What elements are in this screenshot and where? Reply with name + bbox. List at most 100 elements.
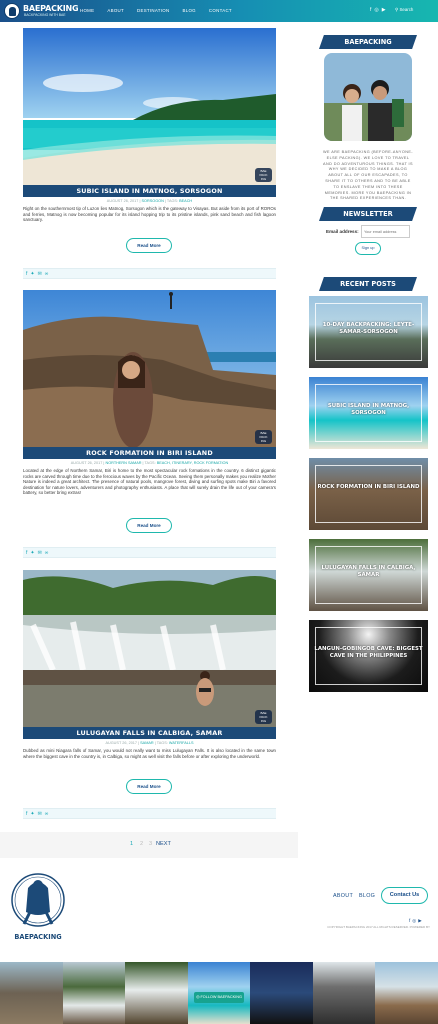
footer-nav-blog[interactable]: BLOG	[359, 893, 375, 899]
post-tags-label: TAGS:	[166, 199, 179, 203]
email-icon[interactable]: ✉	[38, 811, 42, 817]
post-title-banner: LULUGAYAN FALLS IN CALBIGA, SAMAR	[23, 727, 276, 739]
newsletter-heading: NEWSLETTER	[319, 207, 417, 221]
facebook-icon[interactable]: f	[370, 7, 371, 13]
signup-button[interactable]: Sign up	[355, 242, 381, 255]
email-label: Email address:	[326, 229, 359, 234]
twitter-icon[interactable]: ✦	[30, 550, 34, 556]
watermark-badge: BAE PACK ING	[255, 168, 272, 182]
follow-button[interactable]: ◎ FOLLOW BAEPACKING	[194, 992, 244, 1003]
read-more-button[interactable]: Read More	[126, 238, 172, 253]
link-icon[interactable]: ∞	[45, 550, 49, 556]
nav-about[interactable]: ABOUT	[107, 8, 124, 13]
recent-post-title: LANGUN-GOBINGOB CAVE: BIGGEST CAVE IN TH…	[314, 646, 423, 659]
post-meta: AUGUST 26, 2017 | NORTHERN SAMAR | TAGS:…	[70, 461, 229, 465]
nav-destination[interactable]: DESTINATION	[137, 8, 170, 13]
twitter-icon[interactable]: ✦	[30, 811, 34, 817]
post-tags[interactable]: BEACH	[179, 199, 192, 203]
facebook-icon[interactable]: f	[26, 550, 27, 556]
gallery-photo[interactable]	[0, 962, 63, 1024]
share-bar: f ✦ ✉ ∞	[23, 547, 276, 558]
youtube-icon[interactable]: ▶	[418, 918, 422, 924]
post-category[interactable]: SORSOGON	[142, 199, 164, 203]
page-2[interactable]: 2	[140, 841, 143, 847]
post-title[interactable]: SUBIC ISLAND IN MATNOG, SORSOGON	[23, 187, 276, 195]
post-date: AUGUST 26, 2017	[70, 461, 103, 465]
recent-post-title: 10-DAY BACKPACKING: LEYTE-SAMAR-SORSOGON	[322, 322, 415, 335]
post-category[interactable]: SAMAR	[140, 741, 154, 745]
copyright-text: COPYRIGHT BAEPACKING 2017 ALL RIGHTS RES…	[327, 925, 430, 929]
gallery-photo[interactable]	[312, 962, 376, 1024]
post-date: AUGUST 26, 2017	[105, 741, 138, 745]
instagram-icon[interactable]: ◎	[374, 7, 378, 13]
pagination: 1 2 3 NEXT	[0, 832, 298, 858]
post-category[interactable]: NORTHERN SAMAR	[105, 461, 141, 465]
gallery-photo[interactable]	[125, 962, 188, 1024]
search-label: Search	[399, 7, 414, 12]
footer-social: f ◎ ▶	[409, 918, 422, 924]
post-title[interactable]: LULUGAYAN FALLS IN CALBIGA, SAMAR	[23, 729, 276, 737]
post-excerpt: Right on the southernmost tip of Luzon l…	[23, 206, 276, 223]
logo-subtitle: BACKPACKING WITH BAE	[24, 13, 66, 17]
card-frame	[315, 465, 422, 523]
watermark-badge: BAE PACK ING	[255, 430, 272, 444]
search-link[interactable]: ⚲ Search	[395, 7, 413, 13]
post-date: AUGUST 26, 2017	[106, 199, 139, 203]
post-title[interactable]: ROCK FORMATION IN BIRI ISLAND	[23, 449, 276, 457]
recent-post-card[interactable]: LANGUN-GOBINGOB CAVE: BIGGEST CAVE IN TH…	[309, 620, 428, 692]
twitter-icon[interactable]: ✦	[30, 271, 34, 277]
gallery-photo[interactable]	[250, 962, 313, 1024]
footer-logo[interactable]: BAEPACKING	[8, 868, 68, 944]
post-tags[interactable]: WATERFALLS	[169, 741, 194, 745]
post-excerpt: Located at the edge of Northern Samar, B…	[23, 468, 276, 496]
post-tags-label: TAGS:	[144, 461, 156, 465]
post-excerpt: Dubbed as mini Niagara falls of Samar, y…	[23, 748, 276, 759]
site-logo[interactable]: BAEPACKING BACKPACKING WITH BAE	[4, 2, 79, 20]
post-tags-label: TAGS:	[156, 741, 168, 745]
link-icon[interactable]: ∞	[45, 271, 49, 277]
link-icon[interactable]: ∞	[45, 811, 49, 817]
nav-contact[interactable]: CONTACT	[209, 8, 232, 13]
facebook-icon[interactable]: f	[26, 811, 27, 817]
nav-home[interactable]: HOME	[80, 8, 94, 13]
footer-nav-about[interactable]: ABOUT	[333, 893, 353, 899]
post-title-banner: SUBIC ISLAND IN MATNOG, SORSOGON	[23, 185, 276, 197]
post-image-falls[interactable]: BAE PACK ING	[23, 570, 276, 728]
facebook-icon[interactable]: f	[409, 918, 410, 924]
next-page[interactable]: NEXT	[156, 841, 171, 847]
email-field[interactable]	[361, 225, 410, 238]
recent-post-title: LULUGAYAN FALLS IN CALBIGA, SAMAR	[321, 565, 416, 578]
gallery-photo[interactable]	[62, 962, 126, 1024]
recent-post-card[interactable]: LULUGAYAN FALLS IN CALBIGA, SAMAR	[309, 539, 428, 611]
contact-us-button[interactable]: Contact Us	[381, 887, 428, 904]
post-subic-island: BAE PACK ING SUBIC ISLAND IN MATNOG, SORSO…	[23, 28, 276, 288]
facebook-icon[interactable]: f	[26, 271, 27, 277]
recent-post-card[interactable]: 10-DAY BACKPACKING: LEYTE-SAMAR-SORSOGON	[309, 296, 428, 368]
about-photo	[324, 53, 412, 141]
instagram-icon[interactable]: ◎	[412, 918, 416, 924]
post-image-rocks[interactable]: BAE PACK ING	[23, 290, 276, 448]
post-image-beach[interactable]: BAE PACK ING	[23, 28, 276, 186]
email-icon[interactable]: ✉	[38, 550, 42, 556]
recent-post-title: SUBIC ISLAND IN MATNOG, SORSOGON	[327, 403, 410, 416]
about-text: WE ARE BAEPACKING (BEFORE-ANYONE-ELSE PA…	[323, 150, 413, 201]
youtube-icon[interactable]: ▶	[382, 7, 386, 13]
read-more-button[interactable]: Read More	[126, 779, 172, 794]
header-social: f ◎ ▶	[370, 7, 386, 13]
logo-title: BAEPACKING	[23, 4, 79, 13]
watermark-badge: BAE PACK ING	[255, 710, 272, 724]
follow-label: FOLLOW BAEPACKING	[200, 995, 242, 999]
search-icon: ⚲	[395, 7, 399, 12]
page-1[interactable]: 1	[130, 841, 133, 847]
share-bar: f ✦ ✉ ∞	[23, 268, 276, 279]
recent-post-card[interactable]: SUBIC ISLAND IN MATNOG, SORSOGON	[309, 377, 428, 449]
email-icon[interactable]: ✉	[38, 271, 42, 277]
nav-blog[interactable]: BLOG	[183, 8, 196, 13]
recent-posts-heading: RECENT POSTS	[319, 277, 417, 291]
recent-post-card[interactable]: ROCK FORMATION IN BIRI ISLAND	[309, 458, 428, 530]
post-tags[interactable]: BEACH, ITINERARY, ROCK FORMATION	[157, 461, 229, 465]
page-3[interactable]: 3	[149, 841, 152, 847]
gallery-photo[interactable]	[375, 962, 438, 1024]
read-more-button[interactable]: Read More	[126, 518, 172, 533]
post-meta: AUGUST 26, 2017 | SAMAR | TAGS: WATERFAL…	[105, 741, 194, 745]
